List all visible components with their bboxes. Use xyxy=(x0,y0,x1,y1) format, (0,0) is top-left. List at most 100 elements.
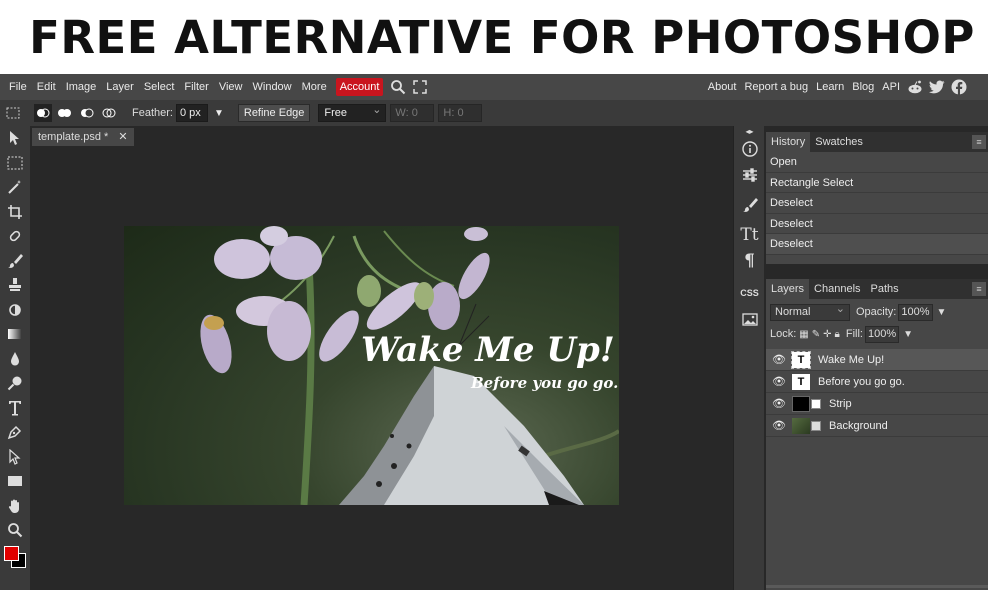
account-button[interactable]: Account xyxy=(335,78,384,96)
pen-tool-icon[interactable] xyxy=(0,420,30,445)
fill-dropdown-icon[interactable]: ▼ xyxy=(903,329,913,340)
menu-image[interactable]: Image xyxy=(61,74,102,100)
brush-tool-icon[interactable] xyxy=(0,249,30,274)
canvas-subtitle-text[interactable]: Before you go go. xyxy=(471,374,618,392)
layer-row[interactable]: 👁︎ T Before you go go. xyxy=(766,371,988,393)
image-icon[interactable] xyxy=(734,306,765,332)
crop-tool-icon[interactable] xyxy=(0,200,30,225)
menu-edit[interactable]: Edit xyxy=(32,74,61,100)
menu-learn[interactable]: Learn xyxy=(812,74,848,100)
rectangle-shape-tool-icon[interactable] xyxy=(0,469,30,494)
twitter-icon[interactable] xyxy=(926,74,948,100)
panel-icon-column: ◂▸ Tt ¶ CSS xyxy=(733,126,764,590)
move-tool-icon[interactable] xyxy=(0,126,30,151)
visibility-eye-icon[interactable]: 👁︎ xyxy=(772,419,786,432)
feather-input[interactable]: 0 px xyxy=(175,104,208,122)
panel-scrollbar[interactable] xyxy=(766,585,988,588)
foreground-color-swatch[interactable] xyxy=(4,546,19,561)
info-icon[interactable] xyxy=(734,136,765,162)
type-tool-icon[interactable] xyxy=(0,396,30,421)
marquee-select-tool-icon[interactable] xyxy=(0,151,30,176)
dodge-tool-icon[interactable] xyxy=(0,371,30,396)
tab-paths[interactable]: Paths xyxy=(866,279,904,299)
adjustments-icon[interactable] xyxy=(734,162,765,188)
layer-row[interactable]: 👁︎ Strip xyxy=(766,393,988,415)
brush-settings-icon[interactable] xyxy=(734,192,765,218)
menu-select[interactable]: Select xyxy=(139,74,180,100)
fullscreen-icon[interactable] xyxy=(409,74,431,100)
tab-history[interactable]: History xyxy=(766,132,811,152)
selection-style-select[interactable]: Free xyxy=(318,102,387,122)
selection-mode-new-icon[interactable] xyxy=(34,104,52,122)
layer-name[interactable]: Before you go go. xyxy=(818,376,905,388)
reddit-icon[interactable] xyxy=(904,74,926,100)
canvas-title-text[interactable]: Wake Me Up! xyxy=(361,330,615,370)
selection-mode-subtract-icon[interactable] xyxy=(78,104,96,122)
menu-file[interactable]: File xyxy=(4,74,32,100)
fill-input[interactable]: 100% xyxy=(864,325,900,343)
close-tab-icon[interactable]: ✕ xyxy=(118,128,127,146)
lock-all-icon[interactable]: 🔒︎ xyxy=(835,329,840,340)
character-icon[interactable]: Tt xyxy=(734,222,765,248)
collapse-arrows-icon[interactable]: ◂▸ xyxy=(734,126,765,136)
clone-stamp-tool-icon[interactable] xyxy=(0,273,30,298)
selection-mode-intersect-icon[interactable] xyxy=(100,104,118,122)
visibility-eye-icon[interactable]: 👁︎ xyxy=(772,353,786,366)
visibility-eye-icon[interactable]: 👁︎ xyxy=(772,397,786,410)
path-select-tool-icon[interactable] xyxy=(0,445,30,470)
hand-tool-icon[interactable] xyxy=(0,494,30,519)
history-entry[interactable]: Rectangle Select xyxy=(766,173,988,193)
panel-menu-icon[interactable]: ≡ xyxy=(972,282,986,296)
opacity-dropdown-icon[interactable]: ▼ xyxy=(937,307,947,318)
search-icon[interactable] xyxy=(387,74,409,100)
layer-row[interactable]: 👁︎ T Wake Me Up! xyxy=(766,349,988,371)
history-entry-current[interactable]: Deselect xyxy=(766,234,988,255)
blur-tool-icon[interactable] xyxy=(0,347,30,372)
menu-more[interactable]: More xyxy=(297,74,332,100)
history-entry[interactable]: Open xyxy=(766,152,988,173)
opacity-input[interactable]: 100% xyxy=(898,303,933,321)
layer-name[interactable]: Wake Me Up! xyxy=(818,354,884,366)
history-entry[interactable]: Deselect xyxy=(766,193,988,214)
visibility-eye-icon[interactable]: 👁︎ xyxy=(772,375,786,388)
menu-right-group: About Report a bug Learn Blog API xyxy=(704,74,970,100)
eraser-tool-icon[interactable] xyxy=(0,298,30,323)
facebook-icon[interactable] xyxy=(948,74,970,100)
tab-channels[interactable]: Channels xyxy=(809,279,865,299)
layer-name[interactable]: Background xyxy=(829,420,888,432)
selection-mode-add-icon[interactable] xyxy=(56,104,74,122)
lock-position-icon[interactable]: ✛ xyxy=(823,329,831,340)
history-entry[interactable]: Deselect xyxy=(766,214,988,234)
blend-mode-select[interactable]: Normal xyxy=(770,302,850,321)
marquee-tool-icon[interactable] xyxy=(6,106,22,120)
lock-transparency-icon[interactable]: ▦ xyxy=(799,329,808,340)
menu-blog[interactable]: Blog xyxy=(848,74,878,100)
gradient-tool-icon[interactable] xyxy=(0,322,30,347)
spot-healing-tool-icon[interactable] xyxy=(0,224,30,249)
menu-api[interactable]: API xyxy=(878,74,904,100)
refine-edge-button[interactable]: Refine Edge xyxy=(237,104,311,122)
panel-menu-icon[interactable]: ≡ xyxy=(972,135,986,149)
layer-name[interactable]: Strip xyxy=(829,398,852,410)
image-canvas[interactable]: Wake Me Up! Before you go go. xyxy=(124,226,619,505)
menu-view[interactable]: View xyxy=(214,74,248,100)
menu-report-bug[interactable]: Report a bug xyxy=(740,74,812,100)
layer-row[interactable]: 👁︎ Background xyxy=(766,415,988,437)
menu-layer[interactable]: Layer xyxy=(101,74,139,100)
menu-about[interactable]: About xyxy=(704,74,741,100)
tab-swatches[interactable]: Swatches xyxy=(810,132,868,152)
tab-layers[interactable]: Layers xyxy=(766,279,810,299)
menu-filter[interactable]: Filter xyxy=(179,74,213,100)
height-field[interactable]: H: 0 xyxy=(438,104,483,122)
lock-pixels-icon[interactable]: ✎ xyxy=(812,329,820,340)
feather-dropdown-icon[interactable]: ▼ xyxy=(214,108,224,119)
smart-object-icon xyxy=(811,420,821,431)
document-tab[interactable]: template.psd * ✕ xyxy=(32,128,134,146)
menu-window[interactable]: Window xyxy=(248,74,297,100)
width-field[interactable]: W: 0 xyxy=(390,104,435,122)
css-icon[interactable]: CSS xyxy=(734,280,765,306)
zoom-tool-icon[interactable] xyxy=(0,518,30,543)
paragraph-icon[interactable]: ¶ xyxy=(734,248,765,274)
magic-wand-tool-icon[interactable] xyxy=(0,175,30,200)
photopea-app: File Edit Image Layer Select Filter View… xyxy=(0,74,988,590)
